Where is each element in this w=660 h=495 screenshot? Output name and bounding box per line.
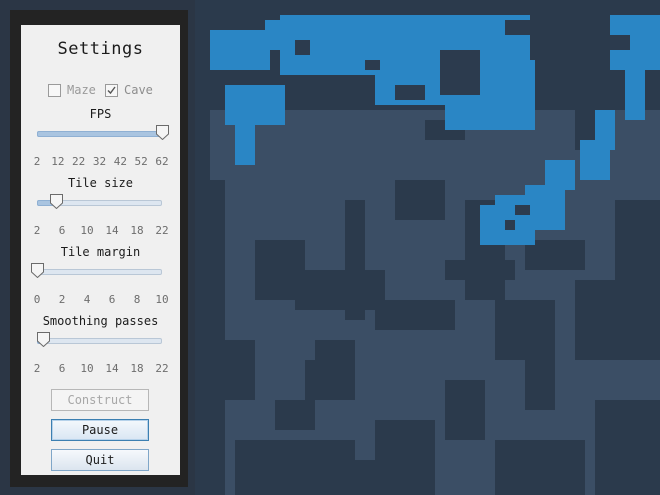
cave-wall: [495, 300, 555, 360]
slider-thumb[interactable]: [49, 194, 63, 209]
cave-wall: [495, 440, 585, 495]
tick-label: 22: [155, 362, 169, 375]
tick-label: 10: [155, 293, 169, 306]
smoothing-passes-label: Smoothing passes: [42, 314, 159, 328]
slider-thumb[interactable]: [37, 332, 51, 347]
smoothing-passes-slider[interactable]: [37, 332, 162, 348]
cave-wall: [345, 200, 365, 320]
island-region: [505, 20, 530, 35]
slider-thumb[interactable]: [156, 125, 169, 140]
slider-track: [37, 338, 162, 344]
pause-button[interactable]: Pause: [51, 419, 149, 441]
tick-label: 6: [108, 293, 116, 306]
tick-label: 2: [33, 224, 41, 237]
cave-label: Cave: [124, 83, 153, 97]
cave-wall: [575, 280, 660, 360]
fps-ticks: 2 12 22 32 42 52 62: [31, 155, 170, 169]
panel-title: Settings: [57, 39, 144, 59]
water-region: [210, 30, 270, 70]
island-region: [365, 60, 380, 70]
cave-wall: [445, 380, 485, 440]
tick-label: 14: [105, 362, 119, 375]
cave-wall: [525, 360, 555, 410]
tile-margin-label: Tile margin: [60, 245, 141, 259]
tick-label: 42: [113, 155, 127, 168]
tile-size-slider[interactable]: [37, 194, 162, 210]
cave-wall: [615, 200, 660, 280]
water-region: [445, 95, 535, 130]
water-region: [235, 120, 255, 165]
cave-wall: [195, 400, 215, 495]
smoothing-passes-ticks: 2 6 10 14 18 22: [31, 362, 170, 376]
tick-label: 32: [92, 155, 107, 168]
tick-label: 10: [80, 362, 94, 375]
tick-label: 22: [72, 155, 86, 168]
tile-size-ticks: 2 6 10 14 18 22: [31, 224, 170, 238]
slider-thumb[interactable]: [31, 263, 44, 278]
cave-wall: [195, 100, 210, 180]
slider-fill: [37, 131, 162, 137]
tick-label: 52: [134, 155, 148, 168]
tick-label: 4: [83, 293, 91, 306]
settings-panel: Settings Maze Cave FPS 2 12 22 32 42 52 62 Til…: [21, 25, 180, 475]
maze-checkbox[interactable]: [48, 83, 61, 97]
island-region: [295, 40, 310, 55]
cave-wall: [235, 440, 355, 495]
tick-label: 18: [130, 224, 144, 237]
tick-label: 14: [105, 224, 119, 237]
cave-wall: [345, 460, 405, 495]
tick-label: 10: [80, 224, 94, 237]
tick-label: 2: [58, 293, 66, 306]
slider-track: [37, 269, 162, 275]
tile-margin-slider[interactable]: [31, 263, 162, 279]
island-region: [395, 85, 425, 100]
construct-button[interactable]: Construct: [51, 389, 149, 411]
tile-margin-ticks: 0 2 4 6 8 10: [31, 293, 170, 307]
tick-label: 2: [33, 155, 41, 168]
island-region: [440, 50, 480, 95]
cave-wall: [595, 400, 660, 495]
cave-checkbox[interactable]: [105, 83, 118, 97]
tick-label: 8: [133, 293, 141, 306]
tick-label: 22: [155, 224, 169, 237]
maze-label: Maze: [67, 83, 96, 97]
cave-map-canvas: [195, 0, 660, 495]
tick-label: 18: [130, 362, 144, 375]
tile-size-label: Tile size: [67, 176, 134, 190]
tick-label: 0: [33, 293, 41, 306]
cave-wall: [375, 300, 455, 330]
tick-label: 2: [33, 362, 41, 375]
fps-slider[interactable]: [37, 125, 169, 141]
island-region: [610, 35, 630, 50]
tick-label: 62: [155, 155, 169, 168]
tick-label: 6: [58, 362, 66, 375]
water-region: [625, 60, 645, 120]
checkmark-icon: [107, 86, 116, 94]
cave-checkbox-row[interactable]: Cave: [105, 82, 153, 98]
water-region: [580, 140, 610, 180]
quit-button[interactable]: Quit: [51, 449, 149, 471]
tick-label: 12: [51, 155, 65, 168]
maze-checkbox-row[interactable]: Maze: [48, 82, 96, 98]
cave-wall: [215, 340, 255, 400]
fps-label: FPS: [89, 107, 112, 121]
water-region: [225, 85, 285, 125]
cave-wall: [305, 360, 325, 400]
island-region: [515, 205, 530, 215]
cave-wall: [275, 400, 315, 430]
tick-label: 6: [58, 224, 66, 237]
cave-wall: [295, 270, 385, 310]
cave-wall: [395, 180, 445, 220]
island-region: [505, 220, 515, 230]
